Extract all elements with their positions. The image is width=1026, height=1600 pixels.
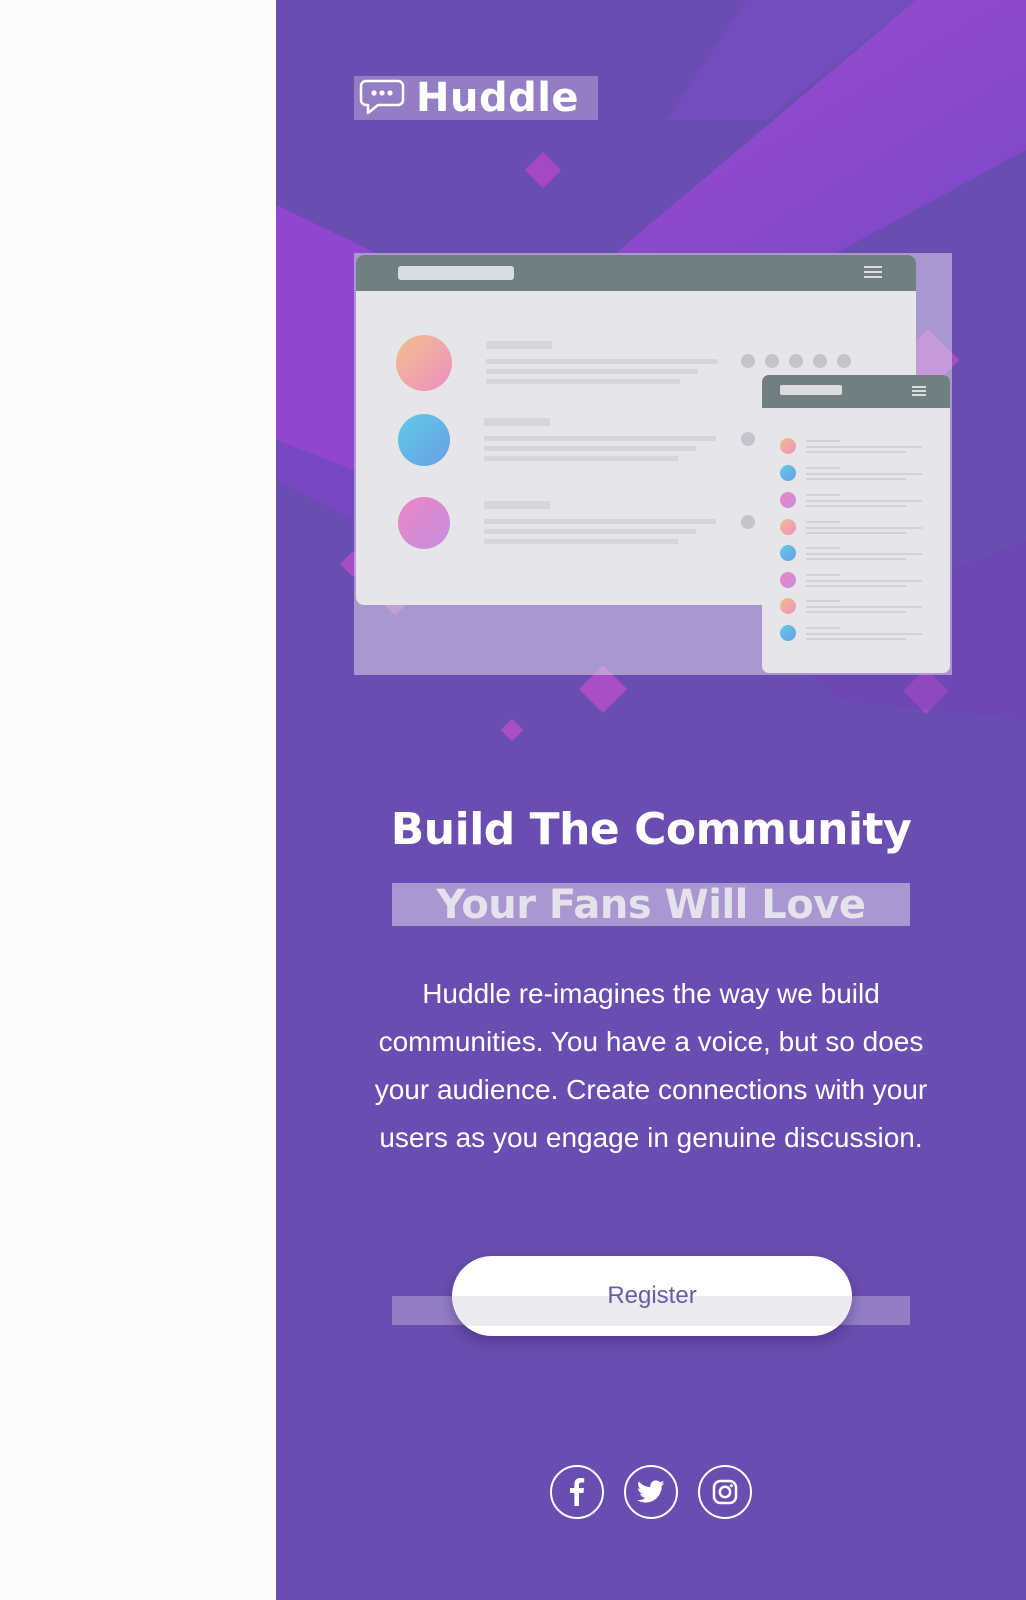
brand-name: Huddle <box>416 75 580 121</box>
brand-logo[interactable]: Huddle <box>354 75 598 121</box>
instagram-link[interactable] <box>698 1465 752 1519</box>
hero-panel: Huddle Build The Community Your Fans Wil… <box>276 0 1026 1600</box>
mockup-graphic <box>356 255 950 673</box>
register-button[interactable]: Register <box>452 1256 852 1336</box>
twitter-link[interactable] <box>624 1465 678 1519</box>
chat-bubble-icon <box>359 79 405 115</box>
social-links <box>276 1465 1026 1519</box>
facebook-link[interactable] <box>550 1465 604 1519</box>
hero-headline: Build The Community <box>390 804 912 855</box>
facebook-icon <box>570 1478 585 1506</box>
register-button-label: Register <box>607 1282 697 1309</box>
app-mockup-illustration <box>354 253 952 675</box>
hero-description: Huddle re-imagines the way we build comm… <box>374 978 928 1153</box>
hero-subheadline: Your Fans Will Love <box>392 883 910 927</box>
twitter-icon <box>637 1480 665 1503</box>
instagram-icon <box>712 1479 738 1505</box>
background-shapes <box>276 0 1026 742</box>
